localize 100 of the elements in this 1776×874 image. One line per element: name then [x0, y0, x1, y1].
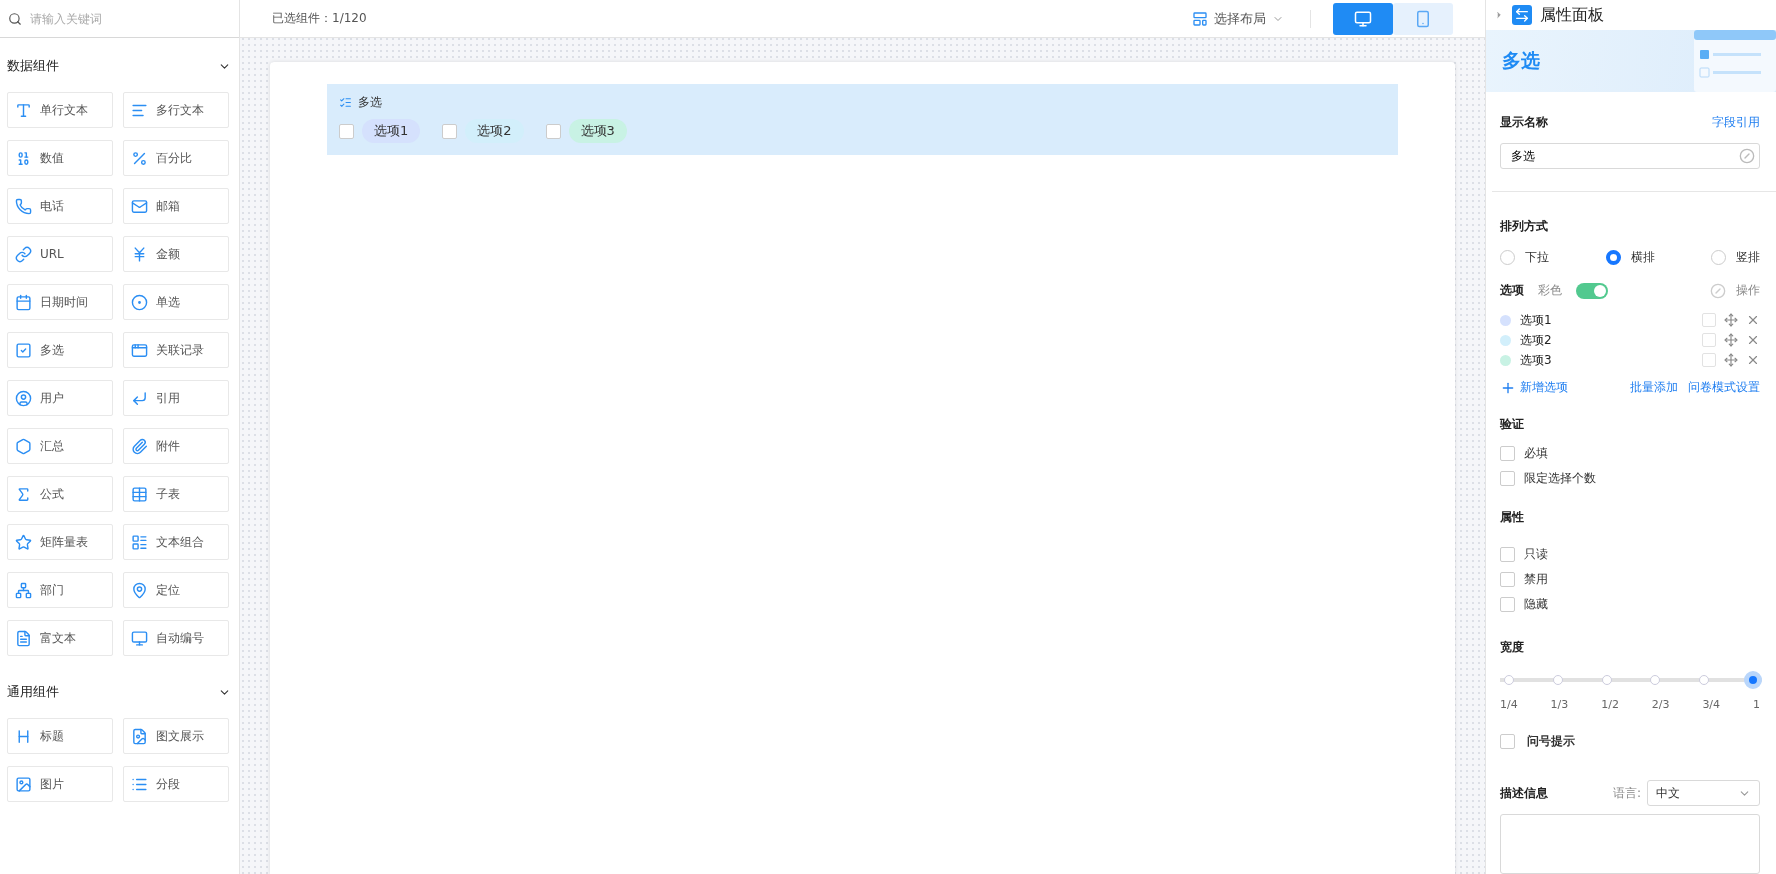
component-item[interactable]: 百分比 — [123, 140, 229, 176]
option-label: 选项2 — [1520, 331, 1553, 349]
radio-option[interactable]: 横排 — [1605, 249, 1655, 266]
component-item[interactable]: 附件 — [123, 428, 229, 464]
checkbox[interactable] — [545, 123, 561, 139]
component-item[interactable]: 多选 — [7, 332, 113, 368]
language-select[interactable]: 中文 — [1647, 780, 1760, 806]
name-input[interactable]: 多选 — [1500, 143, 1760, 169]
component-item[interactable]: 矩阵量表 — [7, 524, 113, 560]
paperclip-icon — [131, 437, 148, 455]
slider-tick[interactable] — [1504, 675, 1514, 685]
layout-icon — [1192, 10, 1208, 27]
component-item[interactable]: 用户 — [7, 380, 113, 416]
component-item[interactable]: 电话 — [7, 188, 113, 224]
survey-settings-link[interactable]: 问卷模式设置 — [1688, 379, 1760, 396]
option-label: 选项1 — [1520, 311, 1553, 329]
clear-icon[interactable] — [1710, 282, 1726, 299]
slider-tick[interactable] — [1552, 675, 1563, 685]
option-tag: 选项3 — [568, 119, 627, 143]
slider-tick[interactable] — [1650, 675, 1661, 685]
component-item[interactable]: 标题 — [7, 718, 113, 754]
checklist-icon — [339, 96, 352, 109]
checkbox-option[interactable]: 禁用 — [1500, 571, 1760, 588]
letter-icon — [15, 101, 32, 119]
hexagon-icon — [15, 437, 32, 455]
window-icon — [131, 341, 148, 359]
image-icon — [15, 775, 32, 793]
clear-icon[interactable] — [1739, 148, 1755, 164]
component-item[interactable]: 关联记录 — [123, 332, 229, 368]
component-item[interactable]: 邮箱 — [123, 188, 229, 224]
component-item[interactable]: URL — [7, 236, 113, 272]
color-dot[interactable] — [1500, 354, 1511, 366]
component-item[interactable]: 单行文本 — [7, 92, 113, 128]
monitor-icon — [131, 629, 148, 647]
move-icon[interactable] — [1724, 313, 1738, 327]
field-reference-link[interactable]: 字段引用 — [1712, 114, 1760, 131]
slider-tick[interactable] — [1699, 675, 1710, 685]
component-item[interactable]: 图片 — [7, 766, 113, 802]
table-icon — [131, 485, 148, 503]
component-item[interactable]: 日期时间 — [7, 284, 113, 320]
color-toggle[interactable] — [1576, 282, 1608, 299]
document-icon — [15, 629, 32, 647]
desktop-button[interactable] — [1333, 2, 1393, 35]
mobile-button[interactable] — [1393, 2, 1453, 35]
component-item[interactable]: 公式 — [7, 476, 113, 512]
selected-count: 已选组件：1/120 — [272, 10, 368, 27]
description-field[interactable] — [1500, 814, 1760, 874]
default-checkbox[interactable] — [1702, 313, 1716, 327]
component-item[interactable]: 部门 — [7, 572, 113, 608]
selected-field[interactable]: 多选 选项1 选项2 选项3 — [327, 84, 1398, 155]
default-checkbox[interactable] — [1702, 353, 1716, 367]
checkbox-icon — [15, 341, 32, 359]
radio-option[interactable]: 下拉 — [1500, 249, 1549, 266]
close-icon[interactable] — [1746, 333, 1760, 347]
component-item[interactable]: 汇总 — [7, 428, 113, 464]
component-item[interactable]: 富文本 — [7, 620, 113, 656]
component-item[interactable]: 分段 — [123, 766, 229, 802]
section-label: 宽度 — [1500, 639, 1524, 656]
component-item[interactable]: 文本组合 — [123, 524, 229, 560]
batch-add-link[interactable]: 批量添加 — [1630, 379, 1678, 396]
section-label: 显示名称 — [1500, 114, 1548, 131]
slider-tick[interactable] — [1601, 675, 1612, 685]
checkbox-option[interactable]: 必填 — [1500, 445, 1760, 462]
close-icon[interactable] — [1746, 353, 1760, 367]
user-icon — [15, 389, 32, 407]
component-item[interactable]: 金额 — [123, 236, 229, 272]
layout-button[interactable]: 选择布局 — [1186, 8, 1290, 29]
section-label: 排列方式 — [1500, 218, 1548, 235]
color-dot[interactable] — [1500, 334, 1511, 346]
caret-icon[interactable] — [1494, 10, 1504, 20]
component-item[interactable]: 引用 — [123, 380, 229, 416]
component-item[interactable]: 子表 — [123, 476, 229, 512]
checkbox-option[interactable]: 问号提示 — [1500, 733, 1760, 750]
calendar-icon — [15, 293, 32, 311]
move-icon[interactable] — [1724, 353, 1738, 367]
section-label: 选项 — [1500, 282, 1524, 299]
default-checkbox[interactable] — [1702, 333, 1716, 347]
add-option-button[interactable]: 新增选项 — [1500, 379, 1568, 396]
slider-thumb[interactable] — [1744, 671, 1762, 689]
width-stop-label: 1/2 — [1601, 698, 1619, 711]
checkbox[interactable] — [442, 123, 458, 139]
close-icon[interactable] — [1746, 313, 1760, 327]
component-item[interactable]: 多行文本 — [123, 92, 229, 128]
move-icon[interactable] — [1724, 333, 1738, 347]
checkbox-option[interactable]: 隐藏 — [1500, 596, 1760, 613]
color-dot[interactable] — [1500, 314, 1511, 326]
colorful-label: 彩色 — [1538, 282, 1562, 299]
component-item[interactable]: 图文展示 — [123, 718, 229, 754]
checkbox-option[interactable]: 只读 — [1500, 546, 1760, 563]
checkbox-option[interactable]: 限定选择个数 — [1500, 470, 1760, 487]
component-item[interactable]: 定位 — [123, 572, 229, 608]
option-label: 选项3 — [1520, 351, 1553, 369]
swap-arrows-icon — [1512, 5, 1532, 25]
component-item[interactable]: 自动编号 — [123, 620, 229, 656]
checkbox[interactable] — [339, 123, 354, 139]
radio-option[interactable]: 竖排 — [1711, 249, 1760, 266]
component-item[interactable]: 数值 — [7, 140, 113, 176]
phone-icon — [1414, 9, 1432, 28]
action-label: 操作 — [1736, 282, 1760, 299]
component-item[interactable]: 单选 — [123, 284, 229, 320]
